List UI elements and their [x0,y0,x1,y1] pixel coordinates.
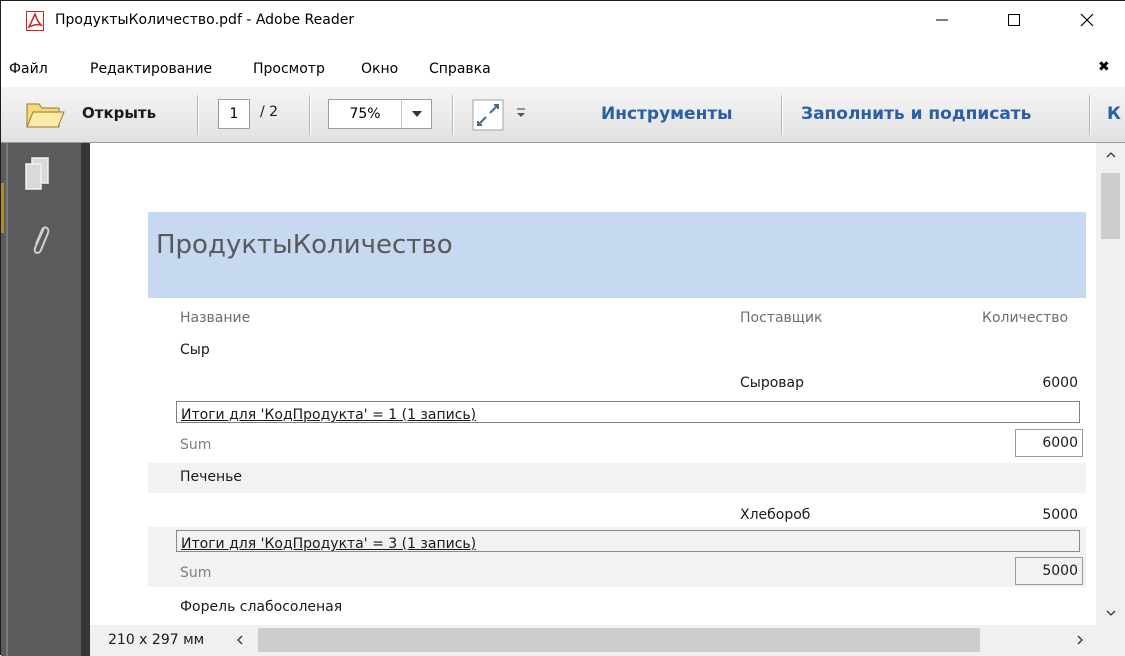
column-header-quantity: Количество [982,310,1069,326]
title-bar: ПродуктыКоличество.pdf - Adobe Reader [1,1,1125,39]
menu-bar: Файл Редактирование Просмотр Окно Справк… [1,55,1125,83]
minimize-icon [936,19,948,21]
supplier-name: Хлебороб [740,507,811,523]
chevron-right-icon [1077,635,1083,645]
maximize-button[interactable] [991,1,1037,39]
horizontal-scroll-thumb[interactable] [258,628,980,652]
page-number-input[interactable]: 1 [218,99,250,129]
scroll-left-button[interactable] [230,630,250,650]
report-header: ПродуктыКоличество [148,212,1086,298]
quantity-value: 5000 [1042,507,1078,523]
zoom-dropdown-button[interactable] [401,100,432,128]
adobe-reader-window: ПродуктыКоличество.pdf - Adobe Reader Фа… [0,0,1125,656]
close-document-icon[interactable]: ✖ [1098,59,1110,75]
scroll-up-button[interactable] [1096,145,1125,165]
group-total-text: Итоги для 'КодПродукта' = 1 (1 запись) [181,407,477,423]
close-button[interactable] [1064,1,1110,39]
comment-pane-button[interactable]: К [1107,104,1121,124]
maximize-icon [1008,14,1020,26]
toolbar-separator [309,95,310,135]
minimize-button[interactable] [919,1,965,39]
product-name: Форель слабосоленая [180,599,343,615]
navigation-pane-accent [1,183,4,233]
toolbar-separator [1089,95,1090,135]
report-title: ПродуктыКоличество [156,230,453,260]
toolbar: Открыть 1 / 2 75% Инструменты Заполнить … [1,87,1125,143]
menu-window[interactable]: Окно [361,61,398,77]
sum-label: Sum [180,565,212,581]
group-total-text: Итоги для 'КодПродукта' = 3 (1 запись) [181,536,477,552]
chevron-left-icon [237,635,243,645]
page-thumbnails-icon[interactable] [24,157,50,191]
navigation-pane [1,143,81,656]
chevron-down-icon [1106,610,1115,616]
document-view[interactable]: ПродуктыКоличество Название Поставщик Ко… [90,143,1096,625]
page-size-label: 210 x 297 мм [108,632,205,648]
navigation-pane-border [6,143,8,656]
product-name: Сыр [180,342,210,358]
attachments-icon[interactable] [29,222,51,258]
fill-sign-button[interactable]: Заполнить и подписать [801,104,1031,124]
vertical-scrollbar[interactable] [1096,143,1125,625]
open-button[interactable]: Открыть [82,104,156,122]
sum-value: 5000 [1015,557,1083,585]
chevron-down-icon [412,111,422,117]
group-total-label: Итоги для 'КодПродукта' = 3 (1 запись) [176,530,1080,552]
supplier-name: Сыровар [740,375,804,391]
column-header-supplier: Поставщик [740,310,823,326]
menu-help[interactable]: Справка [429,61,491,77]
tools-pane-button[interactable]: Инструменты [601,104,733,124]
sum-label: Sum [180,437,212,453]
sum-value: 6000 [1015,429,1083,457]
full-screen-icon[interactable] [472,99,504,131]
zoom-select[interactable]: 75% [328,99,432,129]
open-folder-icon[interactable] [25,100,65,130]
vertical-scroll-thumb[interactable] [1101,173,1120,239]
toolbar-separator [781,95,782,135]
toolbar-separator [452,95,453,135]
menu-file[interactable]: Файл [9,61,48,77]
quantity-value: 6000 [1042,375,1078,391]
window-title: ПродуктыКоличество.pdf - Adobe Reader [55,12,355,28]
menu-edit[interactable]: Редактирование [90,61,212,77]
status-bar: 210 x 297 мм [90,625,1125,656]
product-name: Печенье [180,469,243,485]
group-band [148,463,1086,493]
menu-view[interactable]: Просмотр [253,61,325,77]
scroll-right-button[interactable] [1070,630,1090,650]
more-tools-icon[interactable] [514,105,528,119]
scroll-down-button[interactable] [1096,603,1125,623]
zoom-value[interactable]: 75% [329,100,401,128]
group-total-label: Итоги для 'КодПродукта' = 1 (1 запись) [176,401,1080,423]
column-header-name: Название [180,310,251,326]
toolbar-separator [197,95,198,135]
chevron-up-icon [1106,152,1115,158]
document-gutter [81,143,90,656]
close-icon [1080,13,1094,27]
pdf-file-icon [26,11,44,31]
page-total: / 2 [260,104,279,120]
